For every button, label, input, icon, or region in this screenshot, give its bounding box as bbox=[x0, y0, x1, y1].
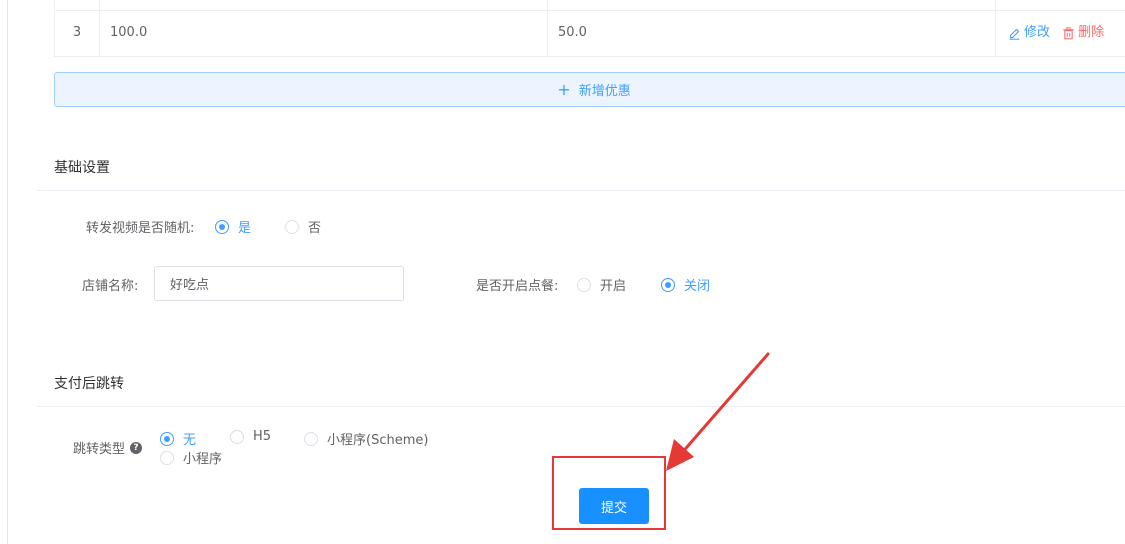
radio-label: 开启 bbox=[600, 279, 627, 294]
plus-icon: + bbox=[557, 79, 571, 99]
section-title-basic: 基础设置 bbox=[54, 160, 110, 176]
radio-jump-none[interactable]: 无 bbox=[160, 429, 196, 448]
section-title-jump: 支付后跳转 bbox=[54, 376, 124, 392]
section-divider bbox=[37, 406, 1125, 407]
random-video-label: 转发视频是否随机: bbox=[86, 221, 195, 236]
radio-label: 是 bbox=[238, 221, 252, 236]
left-border bbox=[7, 0, 8, 544]
radio-jump-scheme[interactable]: 小程序(Scheme) bbox=[304, 429, 428, 448]
shop-name-input[interactable] bbox=[154, 266, 404, 301]
radio-unchecked-icon bbox=[285, 219, 299, 234]
radio-label: 关闭 bbox=[684, 279, 711, 294]
question-icon[interactable]: ? bbox=[130, 441, 143, 454]
radio-random-no[interactable]: 否 bbox=[285, 217, 321, 236]
add-discount-label: 新增优惠 bbox=[578, 84, 631, 99]
row-actions: 修改 删除 bbox=[995, 0, 1125, 56]
radio-unchecked-icon bbox=[304, 431, 318, 446]
radio-label: H5 bbox=[253, 429, 272, 444]
radio-label: 否 bbox=[308, 221, 322, 236]
table-row: 3 100.0 50.0 修改 删除 bbox=[54, 0, 1125, 57]
radio-random-yes[interactable]: 是 bbox=[215, 217, 251, 236]
radio-unchecked-icon bbox=[160, 450, 174, 465]
radio-label: 小程序(Scheme) bbox=[327, 433, 429, 448]
section-divider bbox=[37, 190, 1125, 191]
radio-jump-miniprogram[interactable]: 小程序 bbox=[160, 448, 222, 467]
radio-checked-icon bbox=[160, 431, 174, 446]
edit-button[interactable]: 修改 bbox=[1008, 0, 1050, 66]
submit-button[interactable]: 提交 bbox=[579, 488, 649, 524]
trash-icon bbox=[1063, 26, 1074, 39]
radio-checked-icon bbox=[215, 219, 229, 234]
radio-unchecked-icon bbox=[577, 277, 591, 292]
add-discount-button[interactable]: + 新增优惠 bbox=[54, 72, 1125, 107]
radio-ordering-off[interactable]: 关闭 bbox=[661, 275, 710, 294]
radio-unchecked-icon bbox=[230, 429, 244, 444]
row-value-a: 100.0 bbox=[99, 0, 547, 56]
radio-checked-icon bbox=[661, 277, 675, 292]
delete-label: 删除 bbox=[1078, 25, 1105, 40]
edit-label: 修改 bbox=[1024, 25, 1051, 40]
radio-jump-h5[interactable]: H5 bbox=[230, 429, 271, 444]
jump-type-label-wrap: 跳转类型 ? bbox=[73, 438, 143, 457]
delete-button[interactable]: 删除 bbox=[1062, 0, 1104, 66]
shop-name-label: 店铺名称: bbox=[82, 279, 139, 294]
row-value-b: 50.0 bbox=[547, 0, 995, 56]
radio-label: 无 bbox=[183, 433, 197, 448]
row-index: 3 bbox=[54, 0, 99, 56]
radio-label: 小程序 bbox=[183, 452, 223, 467]
radio-ordering-on[interactable]: 开启 bbox=[577, 275, 626, 294]
edit-icon bbox=[1009, 28, 1020, 40]
ordering-label: 是否开启点餐: bbox=[476, 279, 559, 294]
jump-type-label: 跳转类型 bbox=[73, 442, 126, 457]
